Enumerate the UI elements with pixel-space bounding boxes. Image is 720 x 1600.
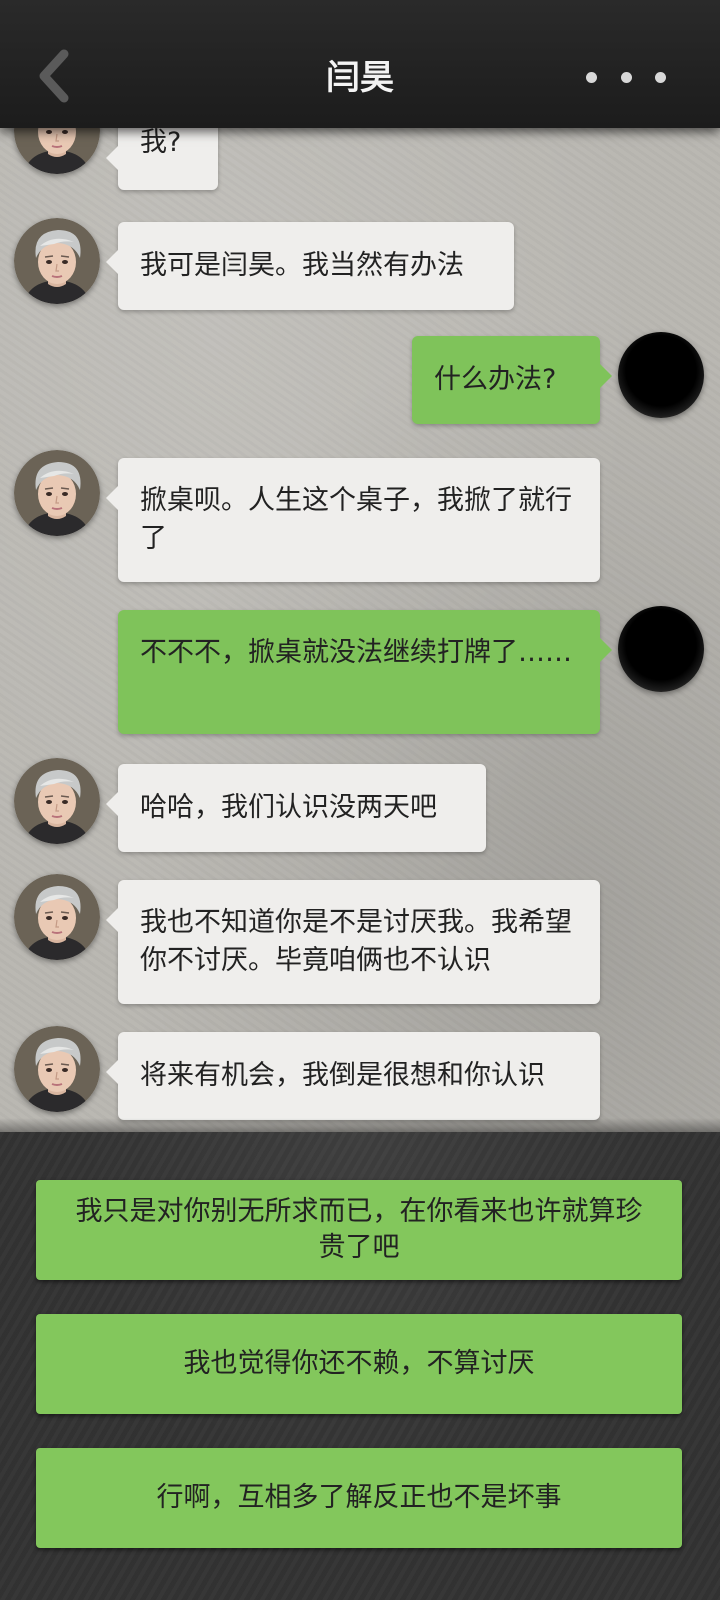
message-list[interactable]: 我? 我可是闫昊。我当然有办法 什么办法? 掀桌呗。人生这个桌子，我掀了就行了 … [0, 128, 720, 1132]
user-avatar[interactable] [618, 332, 704, 418]
message-bubble-incoming: 哈哈，我们认识没两天吧 [106, 764, 486, 852]
contact-avatar[interactable] [14, 874, 100, 960]
more-dots-icon [586, 71, 597, 83]
contact-avatar[interactable] [14, 450, 100, 536]
contact-avatar[interactable] [14, 758, 100, 844]
reply-options-panel: 我只是对你别无所求而已，在你看来也许就算珍贵了吧 我也觉得你还不赖，不算讨厌 行… [0, 1132, 720, 1600]
contact-avatar[interactable] [14, 1026, 100, 1112]
message-bubble-outgoing: 不不不，掀桌就没法继续打牌了…… [118, 610, 612, 734]
contact-avatar[interactable] [14, 128, 100, 174]
reply-option-3[interactable]: 行啊，互相多了解反正也不是坏事 [36, 1448, 682, 1548]
message-bubble-incoming: 我也不知道你是不是讨厌我。我希望你不讨厌。毕竟咱俩也不认识 [106, 880, 600, 1004]
message-bubble-outgoing: 什么办法? [412, 336, 612, 424]
reply-option-1[interactable]: 我只是对你别无所求而已，在你看来也许就算珍贵了吧 [36, 1180, 682, 1280]
more-options-button[interactable] [586, 70, 666, 84]
top-bar: 闫昊 [0, 0, 720, 128]
message-bubble-incoming: 我可是闫昊。我当然有办法 [106, 222, 514, 310]
user-avatar[interactable] [618, 606, 704, 692]
message-bubble-incoming: 我? [106, 128, 218, 190]
message-bubble-incoming: 将来有机会，我倒是很想和你认识 [106, 1032, 600, 1120]
reply-option-2[interactable]: 我也觉得你还不赖，不算讨厌 [36, 1314, 682, 1414]
contact-avatar[interactable] [14, 218, 100, 304]
message-bubble-incoming: 掀桌呗。人生这个桌子，我掀了就行了 [106, 458, 600, 582]
